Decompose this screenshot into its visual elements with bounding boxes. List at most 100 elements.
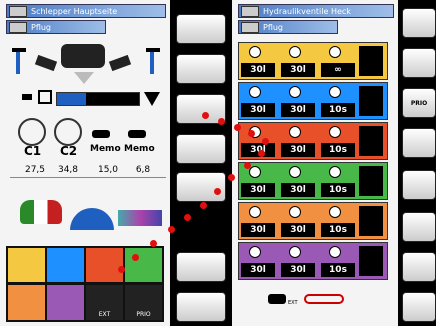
valve-value[interactable]: 30l bbox=[241, 63, 275, 77]
valve-icon bbox=[241, 6, 259, 17]
mode-icon[interactable] bbox=[359, 86, 383, 116]
softkey-gears[interactable] bbox=[176, 134, 226, 164]
arrow-down-icon bbox=[74, 72, 94, 84]
minus-icon bbox=[289, 206, 301, 218]
valve-tile-4[interactable] bbox=[125, 248, 162, 282]
value-1: 27,5 bbox=[24, 165, 46, 175]
valve-row[interactable]: 30l 30l 10s bbox=[238, 82, 388, 120]
plus-icon bbox=[249, 166, 261, 178]
softkey-tractor[interactable] bbox=[176, 14, 226, 44]
minus-icon bbox=[289, 126, 301, 138]
tractor-rear-icon bbox=[61, 44, 105, 68]
valve-row[interactable]: 30l 30l 10s bbox=[238, 162, 388, 200]
value-4: 6,8 bbox=[135, 165, 151, 175]
clock-icon bbox=[329, 166, 341, 178]
memo1-label: Memo bbox=[90, 144, 121, 154]
minus-icon bbox=[289, 166, 301, 178]
valve-value[interactable]: 30l bbox=[241, 223, 275, 237]
valve-value[interactable]: 30l bbox=[281, 223, 315, 237]
minus-icon bbox=[289, 46, 301, 58]
softkey-home[interactable] bbox=[176, 252, 226, 282]
softkey-tractor-implement[interactable] bbox=[176, 54, 226, 84]
mode-icon[interactable] bbox=[359, 206, 383, 236]
mode-icon[interactable] bbox=[359, 246, 383, 276]
dot bbox=[132, 254, 139, 261]
softkey-back-right[interactable] bbox=[402, 292, 436, 322]
softkey-tractor-valves[interactable] bbox=[402, 252, 436, 282]
valve-value[interactable]: 10s bbox=[321, 143, 355, 157]
page-subtitle: Pflug bbox=[6, 20, 106, 34]
plus-icon bbox=[249, 206, 261, 218]
plus-icon bbox=[249, 246, 261, 258]
mode-icon[interactable] bbox=[359, 46, 383, 76]
dot bbox=[202, 112, 209, 119]
dot bbox=[234, 124, 241, 131]
right-screen: Hydraulikventile Heck Pflug 30l 30l ∞ 30l 30… bbox=[232, 0, 398, 326]
dot bbox=[218, 118, 225, 125]
valve-value[interactable]: ∞ bbox=[321, 63, 355, 77]
valve-value[interactable]: 10s bbox=[321, 103, 355, 117]
dot bbox=[168, 226, 175, 233]
memo-tractor-icons bbox=[92, 128, 152, 140]
battery-icon bbox=[118, 210, 162, 226]
lower-icon bbox=[144, 92, 160, 106]
valve-tile-3[interactable] bbox=[86, 248, 123, 282]
position-bar bbox=[56, 92, 140, 106]
dot bbox=[184, 214, 191, 221]
plus-icon bbox=[249, 86, 261, 98]
valve-tile-1[interactable] bbox=[8, 248, 45, 282]
softkey-chart[interactable] bbox=[402, 128, 436, 158]
valve-value[interactable]: 30l bbox=[281, 143, 315, 157]
valve-tile-2[interactable] bbox=[47, 248, 84, 282]
clock-icon bbox=[329, 86, 341, 98]
valve-value[interactable]: 30l bbox=[281, 183, 315, 197]
dial-c2-icon bbox=[54, 118, 82, 146]
valve-tile-5[interactable] bbox=[8, 285, 45, 320]
mode-icon[interactable] bbox=[359, 166, 383, 196]
softkey-valve-next[interactable] bbox=[402, 212, 436, 242]
mode-icon[interactable] bbox=[359, 126, 383, 156]
clock-icon bbox=[329, 206, 341, 218]
plough-icon bbox=[241, 22, 259, 33]
minus-icon bbox=[289, 246, 301, 258]
value-2: 34,8 bbox=[57, 165, 79, 175]
valve-value[interactable]: 30l bbox=[281, 263, 315, 277]
valve-value[interactable]: 10s bbox=[321, 263, 355, 277]
page-subtitle-right: Pflug bbox=[238, 20, 338, 34]
dot bbox=[200, 202, 207, 209]
valve-value[interactable]: 30l bbox=[281, 63, 315, 77]
softkey-lock[interactable] bbox=[402, 8, 436, 38]
valve-value[interactable]: 30l bbox=[281, 103, 315, 117]
softkey-column-right: PRIO bbox=[398, 0, 436, 326]
speed-gauge-icon bbox=[70, 208, 114, 230]
grid-icon bbox=[38, 90, 52, 104]
clock-icon bbox=[329, 46, 341, 58]
valve-tile-6[interactable] bbox=[47, 285, 84, 320]
valve-row[interactable]: 30l 30l 10s bbox=[238, 202, 388, 240]
plus-icon bbox=[249, 46, 261, 58]
valve-row[interactable]: 30l 30l 10s bbox=[238, 242, 388, 280]
valve-value[interactable]: 10s bbox=[321, 223, 355, 237]
valve-value[interactable]: 30l bbox=[241, 183, 275, 197]
softkey-spray[interactable] bbox=[402, 170, 436, 200]
prio-tile[interactable]: PRIO bbox=[125, 285, 162, 320]
dot bbox=[248, 130, 255, 137]
plough-icon bbox=[9, 22, 27, 33]
dot bbox=[262, 138, 269, 145]
valve-value[interactable]: 10s bbox=[321, 183, 355, 197]
valve-value[interactable]: 30l bbox=[241, 103, 275, 117]
clock-icon bbox=[329, 126, 341, 138]
softkey-prio[interactable]: PRIO bbox=[402, 88, 436, 118]
valve-value[interactable]: 30l bbox=[241, 263, 275, 277]
tractor-icon bbox=[9, 6, 27, 17]
softkey-multi[interactable] bbox=[176, 172, 226, 202]
minus-icon bbox=[289, 86, 301, 98]
valve-row[interactable]: 30l 30l ∞ bbox=[238, 42, 388, 80]
softkey-timer[interactable] bbox=[402, 48, 436, 78]
c1-label: C1 bbox=[24, 144, 42, 158]
softkey-column bbox=[170, 0, 232, 326]
ext-tile[interactable]: EXT bbox=[86, 285, 123, 320]
hitch-diagram bbox=[6, 40, 164, 88]
softkey-back[interactable] bbox=[176, 292, 226, 322]
page-title-right: Hydraulikventile Heck bbox=[238, 4, 394, 18]
